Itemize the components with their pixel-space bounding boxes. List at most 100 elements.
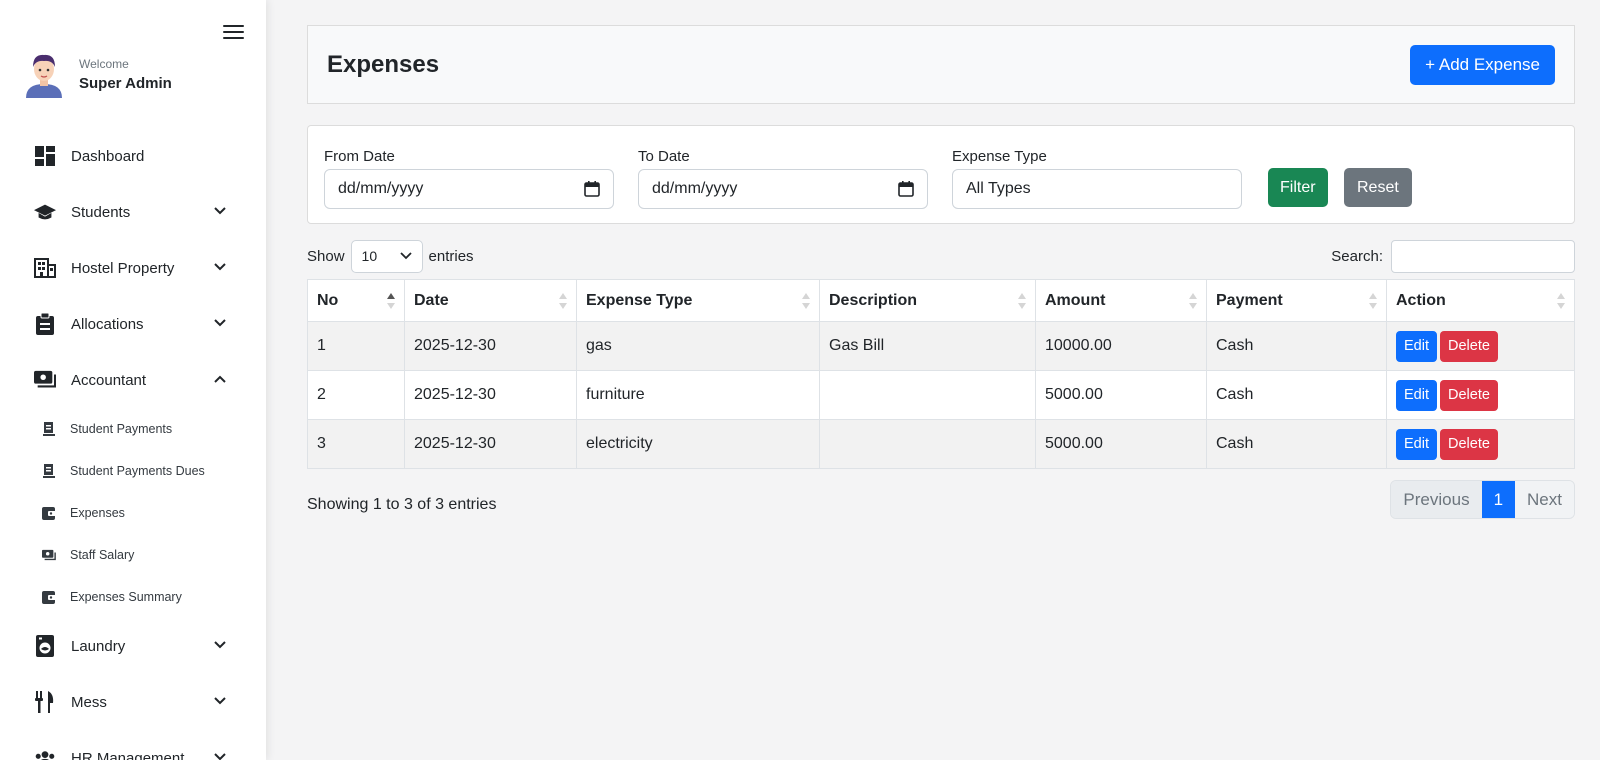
sidebar-item-label: Hostel Property bbox=[71, 259, 175, 277]
utensils-icon bbox=[34, 691, 56, 713]
page-header: Expenses + Add Expense bbox=[307, 25, 1575, 104]
cell-amount: 5000.00 bbox=[1035, 370, 1207, 420]
entries-length: Show 10 entries bbox=[307, 239, 474, 273]
chevron-down-icon[interactable] bbox=[213, 752, 227, 760]
expense-type-select[interactable]: All Types bbox=[952, 169, 1242, 209]
sidebar-item-accountant[interactable]: Accountant bbox=[0, 352, 266, 408]
delete-button[interactable]: Delete bbox=[1440, 379, 1498, 411]
user-profile: Welcome Super Admin bbox=[24, 50, 172, 98]
column-header-payment[interactable]: Payment bbox=[1206, 279, 1387, 322]
sort-icon bbox=[559, 293, 567, 309]
receipt-icon bbox=[42, 464, 56, 478]
column-header-amount[interactable]: Amount bbox=[1035, 279, 1207, 322]
cell-action: Edit Delete bbox=[1386, 419, 1575, 469]
sidebar-item-label: Mess bbox=[71, 693, 107, 711]
column-header-label: Description bbox=[829, 291, 918, 309]
cell-action: Edit Delete bbox=[1386, 370, 1575, 420]
sidebar-item-mess[interactable]: Mess bbox=[0, 674, 266, 730]
sort-icon bbox=[1369, 293, 1377, 309]
money-icon bbox=[34, 369, 56, 391]
column-header-label: Amount bbox=[1045, 291, 1106, 309]
sidebar-subitem-label: Student Payments Dues bbox=[70, 464, 205, 478]
sidebar-item-label: Dashboard bbox=[71, 147, 145, 165]
sidebar-item-hostel-property[interactable]: Hostel Property bbox=[0, 240, 266, 296]
sidebar-subitem-student-payments-dues[interactable]: Student Payments Dues bbox=[0, 450, 266, 492]
sidebar-subitem-student-payments[interactable]: Student Payments bbox=[0, 408, 266, 450]
column-header-date[interactable]: Date bbox=[404, 279, 577, 322]
delete-button[interactable]: Delete bbox=[1440, 330, 1498, 362]
chevron-down-icon[interactable] bbox=[213, 206, 227, 216]
filter-button[interactable]: Filter bbox=[1268, 168, 1328, 207]
from-date-value: dd/mm/yyyy bbox=[338, 180, 424, 197]
edit-button[interactable]: Edit bbox=[1396, 428, 1437, 460]
reset-button[interactable]: Reset bbox=[1344, 168, 1412, 207]
column-header-no[interactable]: No bbox=[307, 279, 405, 322]
calendar-icon[interactable] bbox=[584, 181, 600, 197]
sidebar-item-label: Accountant bbox=[71, 371, 147, 389]
cell-payment: Cash bbox=[1206, 419, 1387, 469]
to-date-label: To Date bbox=[638, 148, 690, 165]
sidebar-item-laundry[interactable]: Laundry bbox=[0, 618, 266, 674]
show-label: Show bbox=[307, 247, 345, 265]
cell-amount: 5000.00 bbox=[1035, 419, 1207, 469]
column-header-expense-type[interactable]: Expense Type bbox=[576, 279, 820, 322]
column-header-label: Payment bbox=[1216, 291, 1283, 309]
expense-type-group: Expense Type All Types bbox=[952, 148, 1242, 209]
sidebar-subitem-label: Expenses Summary bbox=[70, 590, 182, 604]
sidebar-item-dashboard[interactable]: Dashboard bbox=[0, 128, 266, 184]
receipt-icon bbox=[42, 422, 56, 436]
search-input[interactable] bbox=[1391, 239, 1575, 273]
welcome-text: Welcome bbox=[79, 56, 129, 71]
sidebar-item-students[interactable]: Students bbox=[0, 184, 266, 240]
cell-payment: Cash bbox=[1206, 321, 1387, 371]
from-date-label: From Date bbox=[324, 148, 395, 165]
sidebar-subitem-label: Expenses bbox=[70, 506, 125, 520]
edit-button[interactable]: Edit bbox=[1396, 379, 1437, 411]
pagination-previous[interactable]: Previous bbox=[1391, 481, 1482, 518]
cell-no: 3 bbox=[307, 419, 405, 469]
sidebar-item-label: Laundry bbox=[71, 637, 126, 655]
sort-icon bbox=[1557, 293, 1565, 309]
table-header-row: No Date Expense Type Description Amount … bbox=[307, 279, 1575, 322]
cell-amount: 10000.00 bbox=[1035, 321, 1207, 371]
cell-action: Edit Delete bbox=[1386, 321, 1575, 371]
cell-expense-type: furniture bbox=[576, 370, 820, 420]
graduation-cap-icon bbox=[34, 201, 56, 223]
entries-length-select[interactable]: 10 bbox=[350, 239, 423, 273]
column-header-label: No bbox=[317, 291, 339, 309]
from-date-group: From Date dd/mm/yyyy bbox=[324, 148, 614, 209]
to-date-value: dd/mm/yyyy bbox=[652, 180, 738, 197]
sidebar-subitem-expenses-summary[interactable]: Expenses Summary bbox=[0, 576, 266, 618]
entries-length-value: 10 bbox=[361, 248, 378, 264]
menu-toggle-icon[interactable] bbox=[223, 25, 244, 41]
column-header-description[interactable]: Description bbox=[819, 279, 1036, 322]
chevron-down-icon[interactable] bbox=[213, 696, 227, 706]
chevron-down-icon[interactable] bbox=[213, 262, 227, 272]
calendar-icon[interactable] bbox=[898, 181, 914, 197]
delete-button[interactable]: Delete bbox=[1440, 428, 1498, 460]
sidebar-item-label: HR Management bbox=[71, 749, 185, 760]
money-icon bbox=[42, 548, 56, 562]
search-label: Search: bbox=[1331, 247, 1383, 265]
sidebar-item-hr-management[interactable]: HR Management bbox=[0, 730, 266, 760]
page-title: Expenses bbox=[327, 50, 440, 78]
sidebar-subitem-label: Student Payments bbox=[70, 422, 173, 436]
table-footer: Showing 1 to 3 of 3 entries Previous 1 N… bbox=[307, 480, 1575, 519]
sidebar-subitem-staff-salary[interactable]: Staff Salary bbox=[0, 534, 266, 576]
chevron-up-icon[interactable] bbox=[213, 374, 227, 384]
pagination: Previous 1 Next bbox=[1390, 480, 1575, 519]
edit-button[interactable]: Edit bbox=[1396, 330, 1437, 362]
sidebar-item-label: Students bbox=[71, 203, 131, 221]
add-expense-button[interactable]: + Add Expense bbox=[1410, 44, 1555, 85]
chevron-down-icon[interactable] bbox=[213, 640, 227, 650]
from-date-input[interactable]: dd/mm/yyyy bbox=[324, 169, 614, 209]
column-header-label: Action bbox=[1396, 291, 1446, 309]
column-header-action[interactable]: Action bbox=[1386, 279, 1575, 322]
pagination-next[interactable]: Next bbox=[1515, 481, 1574, 518]
sidebar-subitem-expenses[interactable]: Expenses bbox=[0, 492, 266, 534]
chevron-down-icon[interactable] bbox=[213, 318, 227, 328]
pagination-page-1[interactable]: 1 bbox=[1481, 481, 1516, 518]
chevron-down-icon bbox=[399, 252, 412, 260]
sidebar-item-allocations[interactable]: Allocations bbox=[0, 296, 266, 352]
to-date-input[interactable]: dd/mm/yyyy bbox=[638, 169, 928, 209]
